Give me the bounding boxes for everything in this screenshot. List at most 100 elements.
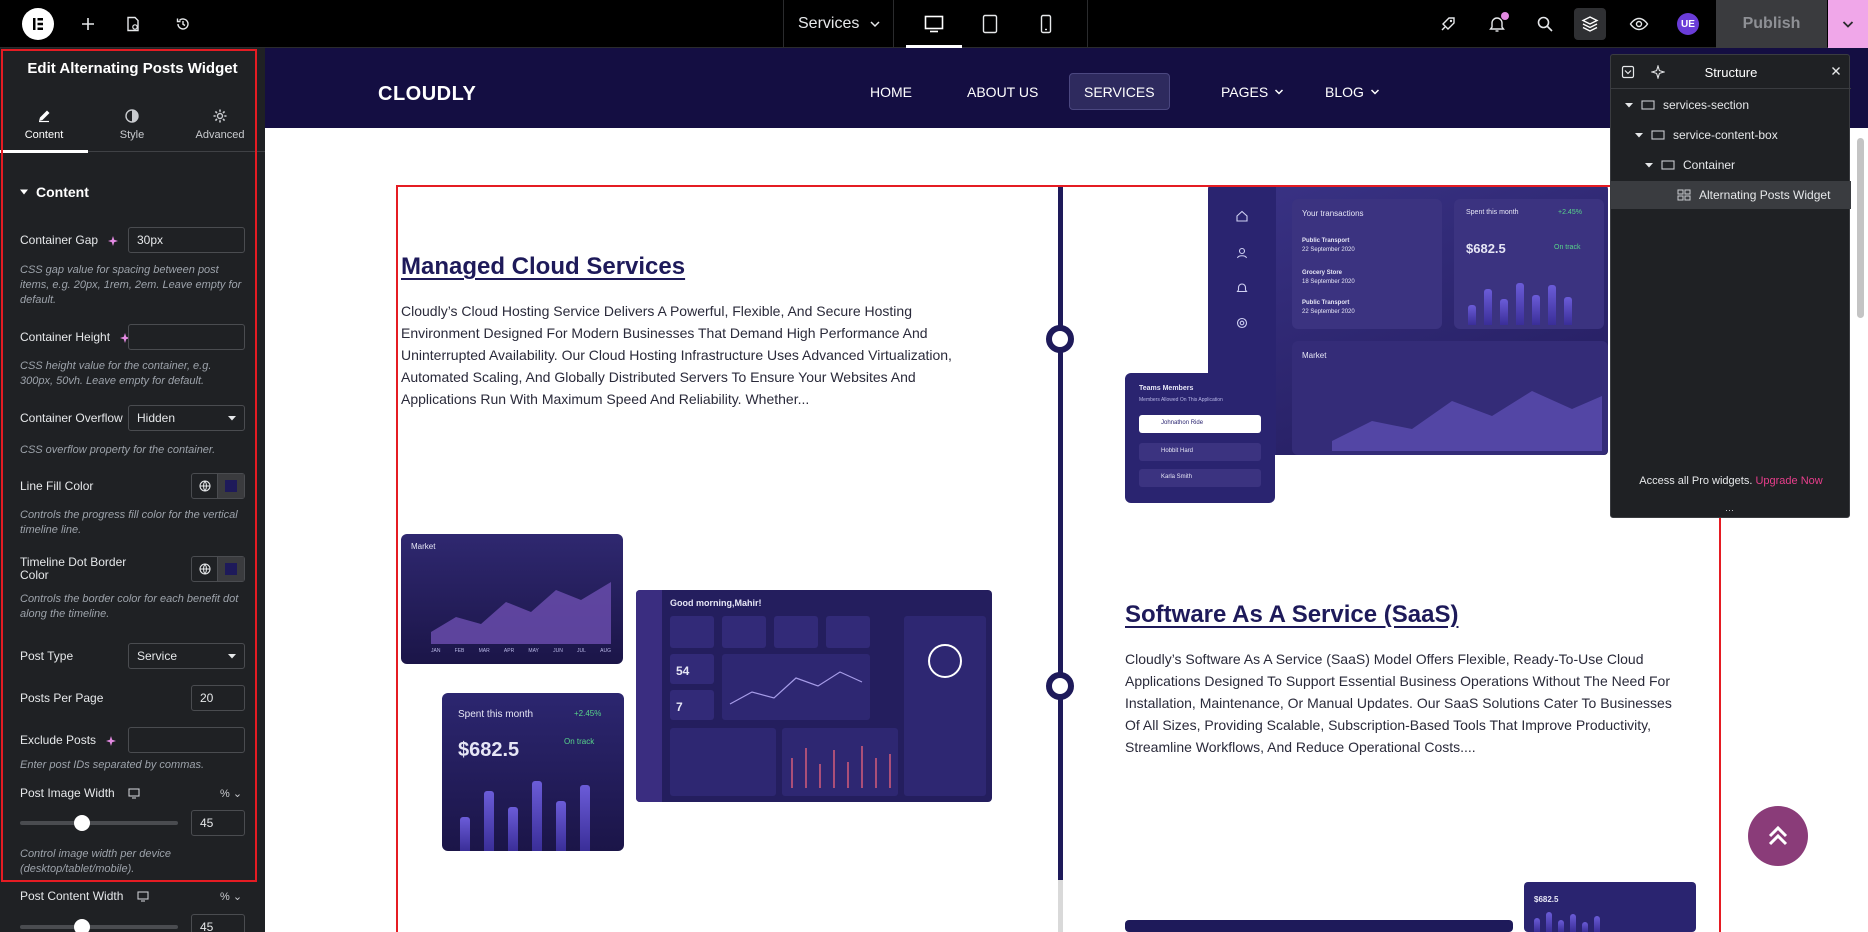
market-label: Market [1302, 351, 1327, 360]
post-type-select[interactable]: Service [128, 643, 245, 669]
post-title[interactable]: Managed Cloud Services [401, 253, 685, 281]
notifications-icon[interactable] [1485, 12, 1509, 36]
stat-value: 7 [670, 690, 714, 720]
bar [1564, 297, 1572, 325]
resize-handle[interactable]: ⋯ [1725, 505, 1734, 516]
nav-pages[interactable]: PAGES [1207, 73, 1298, 110]
color-swatch[interactable] [218, 474, 244, 498]
canvas-scrollbar[interactable] [1857, 138, 1864, 318]
on-track-label: On track [1554, 244, 1581, 251]
home-icon [1236, 210, 1248, 222]
desktop-responsive-icon[interactable] [137, 891, 149, 902]
tab-style[interactable]: Style [88, 96, 176, 152]
post-content-width-slider[interactable] [20, 919, 178, 932]
search-icon[interactable] [1533, 12, 1557, 36]
desktop-responsive-icon[interactable] [128, 788, 140, 799]
post-image-width-slider[interactable] [20, 815, 178, 831]
settings-icon [1236, 317, 1248, 329]
bar [484, 791, 494, 851]
ai-sparkle-icon[interactable] [107, 235, 119, 247]
spent-value: $682.5 [1534, 895, 1559, 904]
spent-card: Spent this month +2.45% $682.5 On track [1454, 199, 1604, 329]
container-gap-input[interactable]: 30px [128, 227, 245, 253]
color-swatch[interactable] [218, 557, 244, 581]
tab-label: Style [119, 128, 145, 141]
globe-icon[interactable] [192, 557, 218, 581]
unit-selector[interactable]: % ⌄ [220, 787, 242, 800]
spent-bars [1534, 910, 1600, 932]
bar [1534, 918, 1540, 932]
bar [1546, 912, 1552, 932]
content-section-toggle[interactable]: Content [20, 184, 89, 200]
list-card [670, 728, 776, 796]
nav-blog[interactable]: BLOG [1311, 73, 1394, 110]
caret-down-icon [20, 188, 28, 196]
structure-item[interactable]: Container [1645, 155, 1735, 175]
chevron-down-icon [1370, 87, 1380, 97]
spent-value: $682.5 [1466, 241, 1506, 256]
desktop-view-icon[interactable] [906, 0, 962, 48]
structure-item[interactable]: services-section [1625, 95, 1749, 115]
exclude-posts-input[interactable] [128, 727, 245, 753]
timeline-dot-border-picker[interactable] [191, 556, 245, 582]
scroll-to-top-button[interactable] [1748, 806, 1808, 866]
add-element-icon[interactable] [76, 12, 100, 36]
transactions-card: Your transactions Public Transport 22 Sep… [1292, 199, 1442, 329]
bar [508, 807, 518, 851]
timeline-dot [1046, 672, 1074, 700]
page-selector[interactable]: Services [798, 0, 881, 48]
page-settings-icon[interactable] [121, 12, 145, 36]
upgrade-now-link[interactable]: Upgrade Now [1755, 475, 1822, 487]
globe-icon[interactable] [192, 474, 218, 498]
structure-item-selected[interactable]: Alternating Posts Widget [1611, 181, 1851, 209]
post-title[interactable]: Software As A Service (SaaS) [1125, 601, 1458, 629]
divider [893, 0, 894, 48]
slider-handle[interactable] [74, 815, 90, 831]
bar [1532, 295, 1540, 325]
container-height-input[interactable] [128, 324, 245, 350]
tab-advanced[interactable]: Advanced [176, 96, 264, 152]
double-chevron-up-icon [1768, 825, 1788, 846]
bars-card [782, 728, 898, 796]
container-overflow-select[interactable]: Hidden [128, 405, 245, 431]
structure-item[interactable]: service-content-box [1635, 125, 1778, 145]
history-icon[interactable] [171, 12, 195, 36]
market-label: Market [411, 542, 436, 551]
tablet-view-icon[interactable] [962, 0, 1018, 48]
nav-services[interactable]: SERVICES [1069, 73, 1170, 110]
nav-home[interactable]: HOME [856, 73, 926, 110]
close-icon[interactable] [1831, 66, 1841, 76]
post-content-width-input[interactable]: 45 [191, 914, 245, 932]
spent-value: $682.5 [458, 739, 520, 761]
nav-about-us[interactable]: ABOUT US [953, 73, 1052, 110]
user-avatar[interactable]: UE [1677, 13, 1699, 35]
stat-value: 54 [670, 654, 714, 684]
post-image-partial: $682.5 [1524, 882, 1696, 932]
mobile-view-icon[interactable] [1018, 0, 1074, 48]
elementor-logo-icon[interactable] [22, 8, 54, 40]
spent-change: +2.45% [1558, 209, 1582, 216]
posts-per-page-label: Posts Per Page [20, 691, 104, 705]
team-title: Teams Members [1139, 385, 1194, 392]
publish-button[interactable]: Publish [1716, 0, 1827, 48]
site-logo[interactable]: CLOUDLY [378, 83, 476, 106]
slider-handle[interactable] [74, 919, 90, 932]
structure-layers-icon[interactable] [1574, 8, 1606, 40]
ai-sparkle-icon[interactable] [105, 735, 117, 747]
preview-eye-icon[interactable] [1627, 12, 1651, 36]
select-value: Service [137, 649, 178, 663]
launch-icon[interactable] [1436, 12, 1460, 36]
spent-change: +2.45% [574, 709, 602, 718]
bar [1484, 289, 1492, 325]
publish-options-chevron-icon[interactable] [1828, 0, 1868, 48]
line-fill-color-help: Controls the progress fill color for the… [20, 509, 238, 536]
post-image-width-input[interactable]: 45 [191, 810, 245, 836]
editor-panel: Edit Alternating Posts Widget Content St… [0, 48, 265, 932]
user-icon [1236, 247, 1248, 259]
avatar [928, 644, 962, 678]
unit-selector[interactable]: % ⌄ [220, 890, 242, 903]
posts-per-page-input[interactable]: 20 [191, 685, 245, 711]
divider [1087, 0, 1088, 48]
tab-content[interactable]: Content [0, 96, 88, 153]
line-fill-color-picker[interactable] [191, 473, 245, 499]
